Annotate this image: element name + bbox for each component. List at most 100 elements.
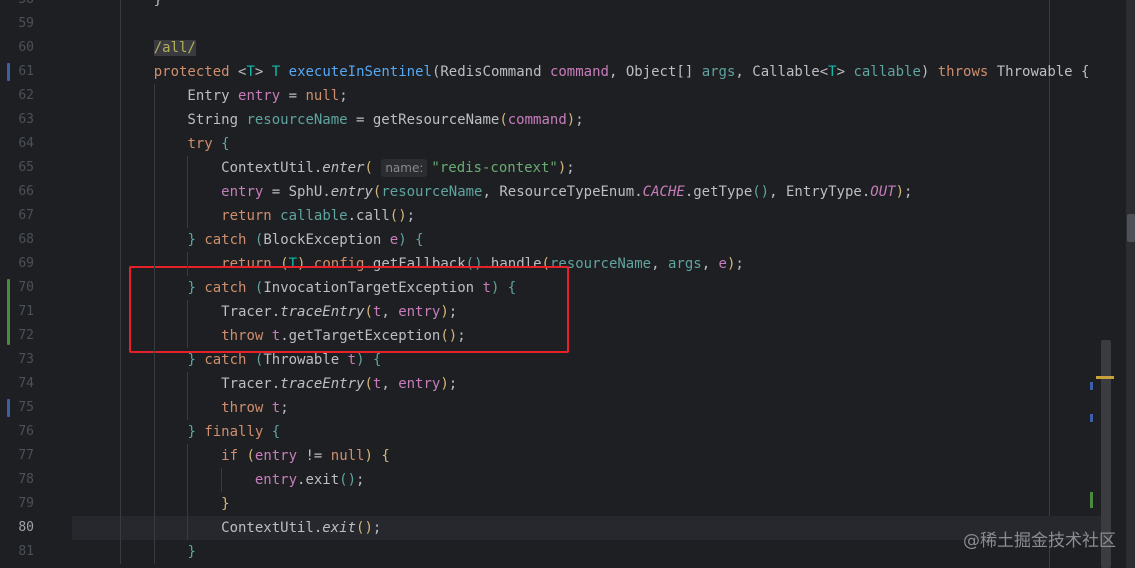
code-line[interactable]: protected <T> T executeInSentinel(RedisC… — [120, 60, 1135, 84]
line-number[interactable]: 69 — [0, 252, 34, 276]
line-number[interactable]: 75 — [0, 396, 34, 420]
line-number[interactable]: 64 — [0, 132, 34, 156]
line-number[interactable]: 78 — [0, 468, 34, 492]
code-line[interactable]: if (entry != null) { — [120, 444, 1135, 468]
code-token: finally — [204, 424, 264, 440]
code-line[interactable]: entry.exit(); — [120, 468, 1135, 492]
code-token: args — [701, 64, 736, 80]
code-token: { — [271, 424, 281, 440]
code-token: null — [330, 448, 365, 464]
code-token: ) — [356, 352, 373, 368]
code-token: T — [271, 64, 281, 80]
line-number[interactable]: 59 — [0, 12, 34, 36]
code-token: entry — [238, 88, 281, 104]
line-number[interactable]: 58 — [0, 0, 34, 12]
code-token: , ResourceTypeEnum. — [482, 184, 643, 200]
watermark: @稀土掘金技术社区 — [963, 531, 1116, 551]
code-token: ) — [895, 184, 904, 200]
line-number[interactable]: 72 — [0, 324, 34, 348]
code-token: RedisCommand — [440, 64, 550, 80]
code-token: .exit — [297, 472, 340, 488]
code-token: e — [389, 232, 399, 248]
code-token: != — [297, 448, 331, 464]
line-number[interactable]: 67 — [0, 204, 34, 228]
tool-window-tab[interactable] — [1127, 214, 1135, 242]
code-token: e — [718, 256, 727, 272]
line-number[interactable]: 68 — [0, 228, 34, 252]
code-token: { — [212, 136, 230, 152]
indent-guide — [153, 84, 155, 564]
code-token: } — [120, 0, 163, 8]
code-token: return — [221, 208, 272, 224]
code-line[interactable]: } catch (BlockException e) { — [120, 228, 1135, 252]
code-line[interactable]: /all/ — [120, 36, 1135, 60]
code-line[interactable]: } finally { — [120, 420, 1135, 444]
line-number[interactable]: 63 — [0, 108, 34, 132]
code-line[interactable] — [120, 12, 1135, 36]
code-token: Tracer. — [120, 376, 281, 392]
indent-guide — [187, 156, 189, 228]
line-number[interactable]: 77 — [0, 444, 34, 468]
vcs-change-marker[interactable] — [7, 63, 10, 81]
code-token: Entry — [120, 88, 239, 104]
code-token: catch — [204, 352, 247, 368]
line-number[interactable]: 80 — [0, 516, 34, 540]
code-line[interactable]: ContextUtil.enter( name: "redis-context")… — [120, 156, 1135, 180]
code-token: /all/ — [153, 40, 196, 56]
code-token: exit — [322, 520, 357, 536]
code-line[interactable]: Entry entry = null; — [120, 84, 1135, 108]
line-number[interactable]: 74 — [0, 372, 34, 396]
code-token: { — [372, 352, 382, 368]
vcs-change-marker[interactable] — [7, 279, 10, 345]
code-line[interactable]: throw t; — [120, 396, 1135, 420]
code-token: args — [667, 256, 702, 272]
code-token: } — [187, 424, 196, 440]
line-number[interactable]: 61 — [0, 60, 34, 84]
line-number[interactable]: 65 — [0, 156, 34, 180]
code-token: , Callable — [735, 64, 820, 80]
code-token: ContextUtil. — [120, 160, 323, 176]
scroll-marker — [1090, 492, 1093, 508]
code-line[interactable]: } — [120, 0, 1135, 12]
line-number[interactable]: 79 — [0, 492, 34, 516]
code-token: t — [271, 400, 281, 416]
code-token: } — [187, 352, 196, 368]
code-token: entry — [254, 472, 298, 488]
line-number[interactable]: 71 — [0, 300, 34, 324]
line-number-gutter[interactable]: 5859606162636465666768697071727374757677… — [0, 0, 72, 568]
code-line[interactable]: try { — [120, 132, 1135, 156]
line-number[interactable]: 81 — [0, 540, 34, 564]
line-number[interactable]: 76 — [0, 420, 34, 444]
code-line[interactable]: Tracer.traceEntry(t, entry); — [120, 372, 1135, 396]
code-token: { — [1081, 64, 1090, 80]
indent-guide — [187, 444, 189, 540]
line-number[interactable]: 73 — [0, 348, 34, 372]
code-token: ; — [575, 112, 584, 128]
code-token: ; — [356, 472, 365, 488]
code-token: ; — [566, 160, 575, 176]
line-number[interactable]: 60 — [0, 36, 34, 60]
line-number[interactable]: 62 — [0, 84, 34, 108]
code-line[interactable]: return callable.call(); — [120, 204, 1135, 228]
line-number[interactable]: 70 — [0, 276, 34, 300]
code-editor[interactable]: 5859606162636465666768697071727374757677… — [0, 0, 1135, 568]
code-line[interactable]: } — [120, 492, 1135, 516]
vcs-change-marker[interactable] — [7, 399, 10, 417]
code-token: OUT — [870, 184, 896, 200]
indent-guide — [221, 468, 223, 492]
code-token: ; — [339, 88, 348, 104]
code-line[interactable]: String resourceName = getResourceName(co… — [120, 108, 1135, 132]
code-line[interactable]: entry = SphU.entry(resourceName, Resourc… — [120, 180, 1135, 204]
code-token: resourceName — [246, 112, 348, 128]
code-token: throw — [221, 400, 264, 416]
highlight-annotation-box — [129, 266, 569, 353]
code-token: .call — [347, 208, 390, 224]
line-number[interactable]: 66 — [0, 180, 34, 204]
